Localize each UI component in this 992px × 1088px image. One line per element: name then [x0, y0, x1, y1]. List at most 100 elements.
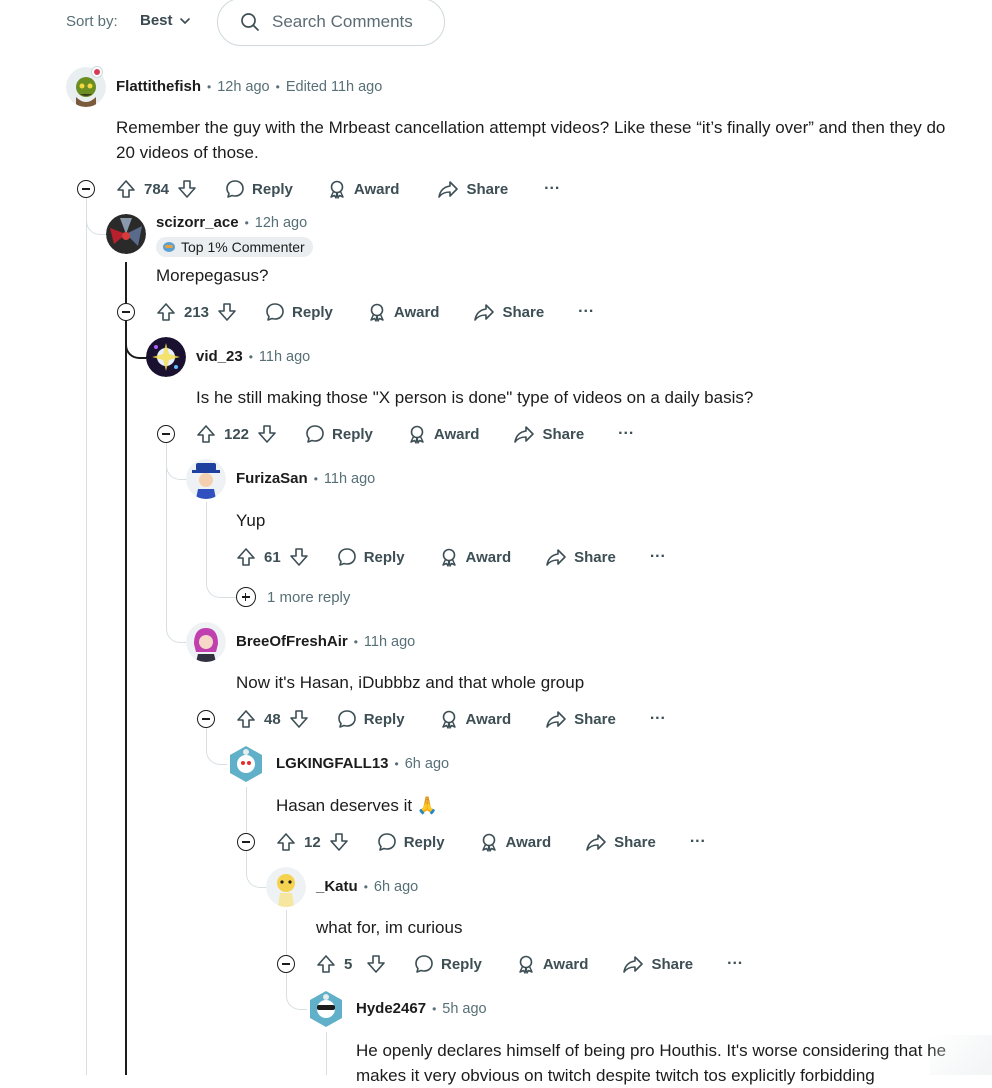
- award-button[interactable]: Award: [367, 302, 439, 322]
- timestamp[interactable]: 5h ago: [442, 1001, 486, 1017]
- share-button[interactable]: Share: [545, 547, 616, 567]
- username[interactable]: LGKINGFALL13: [276, 755, 389, 772]
- avatar[interactable]: [226, 744, 266, 784]
- award-button[interactable]: Award: [407, 424, 479, 444]
- award-button[interactable]: Award: [439, 547, 511, 567]
- collapse-thread-button[interactable]: [77, 180, 95, 198]
- upvote-icon[interactable]: [236, 709, 256, 729]
- thread-line[interactable]: [86, 198, 87, 1075]
- thread-line[interactable]: [246, 787, 247, 833]
- avatar[interactable]: [306, 989, 346, 1029]
- thread-line[interactable]: [286, 910, 287, 956]
- avatar[interactable]: [266, 867, 306, 907]
- more-options-button[interactable]: ···: [650, 548, 666, 566]
- search-comments-box[interactable]: [217, 0, 445, 46]
- upvote-icon[interactable]: [196, 424, 216, 444]
- timestamp[interactable]: 12h ago: [255, 215, 307, 231]
- more-replies-link[interactable]: 1 more reply: [267, 589, 350, 606]
- username[interactable]: Hyde2467: [356, 1000, 426, 1017]
- chevron-down-icon: [179, 15, 191, 27]
- downvote-icon[interactable]: [257, 424, 277, 444]
- more-options-button[interactable]: ···: [578, 303, 594, 321]
- share-button[interactable]: Share: [437, 179, 508, 199]
- username[interactable]: Flattithefish: [116, 78, 201, 95]
- thread-line[interactable]: [206, 502, 207, 572]
- avatar[interactable]: [106, 214, 146, 254]
- downvote-icon[interactable]: [366, 954, 386, 974]
- more-options-button[interactable]: ···: [544, 180, 560, 198]
- collapse-thread-button[interactable]: [117, 303, 135, 321]
- award-icon: [439, 709, 459, 729]
- active-thread-curve: [125, 321, 148, 359]
- timestamp[interactable]: 12h ago: [217, 79, 269, 95]
- collapse-thread-button[interactable]: [277, 955, 295, 973]
- share-button[interactable]: Share: [545, 709, 616, 729]
- more-options-button[interactable]: ···: [727, 955, 743, 973]
- comment-body: He openly declares himself of being pro …: [356, 1041, 947, 1085]
- reply-button[interactable]: Reply: [337, 709, 405, 729]
- timestamp[interactable]: 6h ago: [405, 756, 449, 772]
- award-button[interactable]: Award: [327, 179, 399, 199]
- more-options-button[interactable]: ···: [690, 833, 706, 851]
- username[interactable]: BreeOfFreshAir: [236, 633, 348, 650]
- reply-button[interactable]: Reply: [265, 302, 333, 322]
- upvote-icon[interactable]: [276, 832, 296, 852]
- username[interactable]: FurizaSan: [236, 470, 308, 487]
- upvote-icon[interactable]: [156, 302, 176, 322]
- downvote-icon[interactable]: [329, 832, 349, 852]
- thread-line[interactable]: [326, 1032, 327, 1075]
- award-button[interactable]: Award: [516, 954, 589, 974]
- award-button[interactable]: Award: [439, 709, 511, 729]
- collapse-thread-button[interactable]: [197, 710, 215, 728]
- downvote-icon[interactable]: [177, 179, 197, 199]
- reply-button[interactable]: Reply: [377, 832, 445, 852]
- share-button[interactable]: Share: [585, 832, 656, 852]
- reply-button[interactable]: Reply: [225, 179, 293, 199]
- username[interactable]: _Katu: [316, 878, 358, 895]
- reply-button[interactable]: Reply: [305, 424, 373, 444]
- expand-replies-icon[interactable]: [236, 587, 256, 607]
- avatar[interactable]: [146, 337, 186, 377]
- share-label: Share: [651, 955, 694, 973]
- timestamp[interactable]: 11h ago: [364, 634, 415, 650]
- upvote-icon[interactable]: [316, 954, 336, 974]
- downvote-icon[interactable]: [289, 709, 309, 729]
- more-options-button[interactable]: ···: [618, 425, 634, 443]
- more-options-button[interactable]: ···: [650, 710, 666, 728]
- collapse-thread-button[interactable]: [157, 425, 175, 443]
- share-button[interactable]: Share: [622, 954, 693, 974]
- downvote-icon[interactable]: [289, 547, 309, 567]
- username[interactable]: scizorr_ace: [156, 214, 239, 231]
- comment-meta: LGKINGFALL13 • 6h ago: [276, 755, 450, 772]
- comment-meta: Flattithefish • 12h ago • Edited 11h ago: [116, 78, 383, 95]
- award-label: Award: [542, 955, 589, 973]
- comment-actions: 5 Reply Award Share ···: [316, 948, 743, 980]
- timestamp[interactable]: 6h ago: [374, 879, 418, 895]
- award-button[interactable]: Award: [479, 832, 551, 852]
- search-input[interactable]: [270, 11, 444, 33]
- share-button[interactable]: Share: [473, 302, 544, 322]
- sort-label: Sort by:: [66, 13, 118, 30]
- reply-label: Reply: [252, 180, 293, 198]
- upvote-icon[interactable]: [236, 547, 256, 567]
- username[interactable]: vid_23: [196, 348, 243, 365]
- share-label: Share: [466, 180, 509, 198]
- award-icon: [479, 832, 499, 852]
- comment-bubble-icon: [337, 709, 357, 729]
- avatar[interactable]: [186, 622, 226, 662]
- award-icon: [327, 179, 347, 199]
- collapse-thread-button[interactable]: [237, 833, 255, 851]
- share-button[interactable]: Share: [513, 424, 584, 444]
- timestamp[interactable]: 11h ago: [259, 349, 310, 365]
- timestamp[interactable]: 11h ago: [324, 471, 375, 487]
- avatar[interactable]: [186, 459, 226, 499]
- share-label: Share: [574, 710, 616, 728]
- sort-dropdown[interactable]: Best: [140, 12, 191, 29]
- reply-button[interactable]: Reply: [414, 954, 482, 974]
- sort-value: Best: [140, 12, 173, 29]
- downvote-icon[interactable]: [217, 302, 237, 322]
- upvote-icon[interactable]: [116, 179, 136, 199]
- vote-group: 784: [116, 179, 197, 199]
- active-thread-line[interactable]: [125, 262, 127, 1075]
- reply-button[interactable]: Reply: [337, 547, 405, 567]
